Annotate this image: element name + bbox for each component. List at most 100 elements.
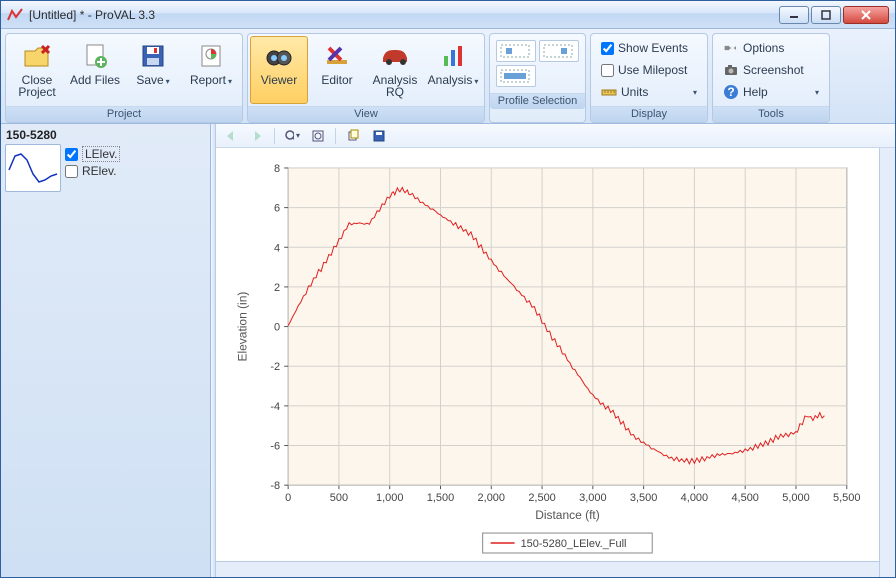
viewer-button[interactable]: Viewer (250, 36, 308, 104)
sidebar-file-name: 150-5280 (5, 126, 206, 144)
ribbon-group-project-title: Project (6, 106, 242, 122)
svg-text:4: 4 (274, 242, 280, 254)
help-dropdown[interactable]: ? Help ▾ (721, 82, 821, 102)
svg-text:2,000: 2,000 (478, 492, 505, 504)
titlebar: [Untitled] * - ProVAL 3.3 (1, 1, 895, 29)
folder-close-icon (22, 40, 52, 72)
svg-text:Elevation (in): Elevation (in) (235, 292, 249, 362)
ribbon-group-tools: Options Screenshot ? Help ▾ Tools (712, 33, 830, 123)
layer-relev-checkbox[interactable] (65, 165, 78, 178)
ribbon-group-profile-selection-title: Profile Selection (490, 93, 585, 109)
profile-thumbnail[interactable] (5, 144, 61, 192)
ruler-icon (601, 84, 617, 100)
use-milepost-checkbox[interactable]: Use Milepost (599, 60, 699, 80)
svg-text:0: 0 (274, 322, 280, 334)
units-dropdown[interactable]: Units ▾ (599, 82, 699, 102)
editor-icon (323, 40, 351, 72)
add-file-icon (81, 40, 109, 72)
add-files-button[interactable]: Add Files (66, 36, 124, 104)
minimize-button[interactable] (779, 6, 809, 24)
chart-toolbar: ▾ (216, 124, 895, 148)
svg-text:6: 6 (274, 203, 280, 215)
sidebar-file-entry: LElev. RElev. (5, 144, 206, 192)
close-project-label: Close Project (11, 74, 63, 98)
svg-text:2,500: 2,500 (528, 492, 555, 504)
profile-selection-toggle-b[interactable] (539, 40, 579, 62)
use-milepost-label: Use Milepost (618, 63, 697, 77)
chart: 05001,0001,5002,0002,5003,0003,5004,0004… (222, 156, 873, 555)
camera-icon (723, 62, 739, 78)
nav-forward-button[interactable] (248, 127, 266, 145)
layer-lelev[interactable]: LElev. (65, 146, 120, 162)
ribbon-group-display: Show Events Use Milepost Units ▾ Display (590, 33, 708, 123)
zoom-extents-button[interactable] (309, 127, 327, 145)
use-milepost-input[interactable] (601, 64, 614, 77)
svg-text:3,000: 3,000 (579, 492, 606, 504)
show-events-label: Show Events (618, 41, 697, 55)
analysis-button[interactable]: Analysis▾ (424, 36, 482, 104)
chevron-down-icon: ▾ (296, 131, 300, 140)
save-label: Save▾ (136, 74, 169, 88)
show-events-input[interactable] (601, 42, 614, 55)
help-icon: ? (723, 84, 739, 100)
window-title: [Untitled] * - ProVAL 3.3 (29, 8, 779, 22)
save-chart-button[interactable] (370, 127, 388, 145)
editor-button[interactable]: Editor (308, 36, 366, 104)
profile-selection-toggle-c[interactable] (496, 65, 536, 87)
svg-text:5,500: 5,500 (833, 492, 860, 504)
svg-text:5,000: 5,000 (782, 492, 809, 504)
chevron-down-icon: ▾ (228, 77, 232, 86)
screenshot-button[interactable]: Screenshot (721, 60, 821, 80)
units-label: Units (621, 85, 687, 99)
ribbon-group-profile-selection: Profile Selection (489, 33, 586, 123)
chevron-down-icon: ▾ (815, 88, 819, 97)
horizontal-scrollbar[interactable] (216, 561, 879, 577)
zoom-dropdown[interactable]: ▾ (283, 127, 301, 145)
ribbon-group-view-title: View (248, 106, 484, 122)
sidebar: 150-5280 LElev. RElev. (1, 124, 211, 577)
chart-area[interactable]: 05001,0001,5002,0002,5003,0003,5004,0004… (216, 148, 879, 561)
editor-label: Editor (321, 74, 352, 86)
close-project-button[interactable]: Close Project (8, 36, 66, 104)
svg-text:2: 2 (274, 282, 280, 294)
svg-text:-2: -2 (270, 361, 280, 373)
layer-lelev-checkbox[interactable] (65, 148, 78, 161)
svg-text:Distance (ft): Distance (ft) (535, 508, 600, 522)
ribbon-group-view: Viewer Editor Analysis RQ Analysis▾ View (247, 33, 485, 123)
chart-bars-icon (439, 40, 467, 72)
ribbon-group-tools-title: Tools (713, 106, 829, 122)
options-label: Options (743, 41, 819, 55)
binoculars-icon (264, 40, 294, 72)
maximize-button[interactable] (811, 6, 841, 24)
svg-text:1,500: 1,500 (427, 492, 454, 504)
report-button[interactable]: Report▾ (182, 36, 240, 104)
svg-text:-4: -4 (270, 401, 280, 413)
layer-relev[interactable]: RElev. (65, 164, 120, 178)
close-button[interactable] (843, 6, 889, 24)
svg-text:150-5280_LElev._Full: 150-5280_LElev._Full (521, 538, 627, 550)
svg-text:8: 8 (274, 163, 280, 175)
svg-text:-6: -6 (270, 441, 280, 453)
chevron-down-icon: ▾ (474, 77, 478, 86)
save-button[interactable]: Save▾ (124, 36, 182, 104)
svg-text:4,000: 4,000 (681, 492, 708, 504)
svg-text:4,500: 4,500 (731, 492, 758, 504)
screenshot-label: Screenshot (743, 63, 819, 77)
show-events-checkbox[interactable]: Show Events (599, 38, 699, 58)
options-button[interactable]: Options (721, 38, 821, 58)
copy-button[interactable] (344, 127, 362, 145)
analysis-rq-button[interactable]: Analysis RQ (366, 36, 424, 104)
save-icon (139, 40, 167, 72)
ribbon-group-project: Close Project Add Files Save▾ Report▾ Pr… (5, 33, 243, 123)
svg-text:?: ? (727, 85, 734, 99)
vertical-scrollbar[interactable] (879, 148, 895, 577)
car-icon (379, 40, 411, 72)
profile-selection-toggle-a[interactable] (496, 40, 536, 62)
nav-back-button[interactable] (222, 127, 240, 145)
layer-lelev-label: LElev. (82, 146, 120, 162)
report-icon (197, 40, 225, 72)
svg-text:500: 500 (330, 492, 348, 504)
main-panel: ▾ 05001,0001,5002,0002,5003,0003,5004,00… (216, 124, 895, 577)
wrench-icon (723, 40, 739, 56)
help-label: Help (743, 85, 809, 99)
